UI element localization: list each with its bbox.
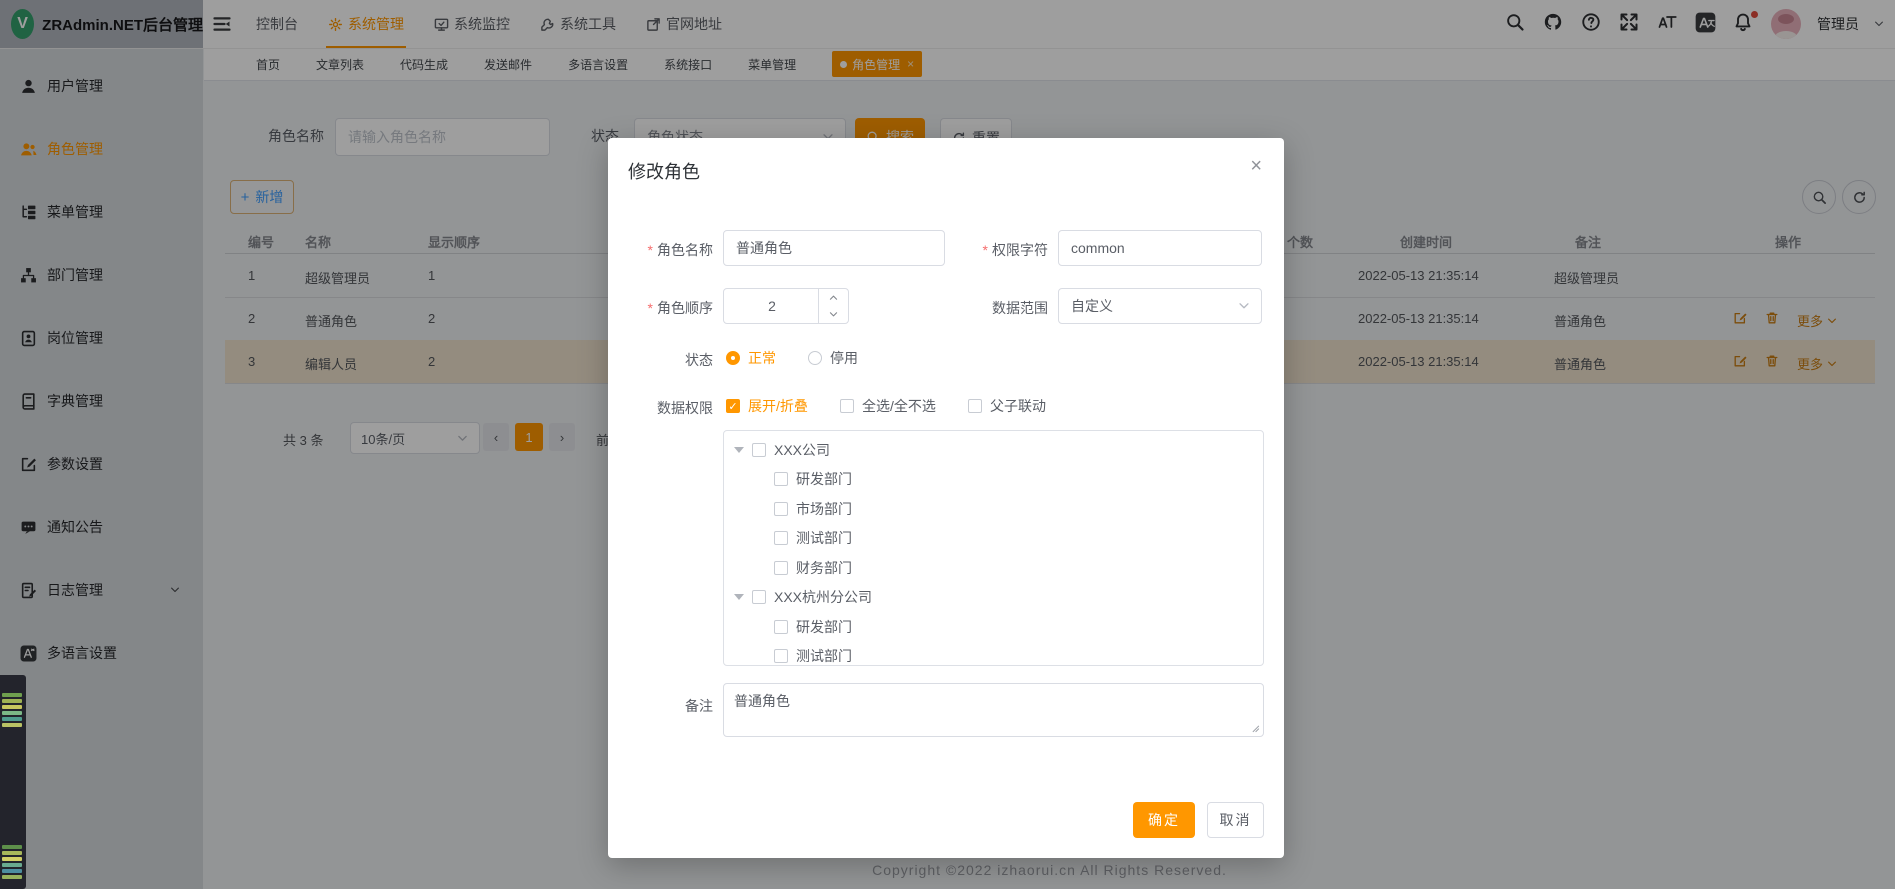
- edit-role-dialog: 修改角色 × *角色名称 *权限字符 *角色顺序 2 数据范围 自定义 状态: [608, 138, 1284, 858]
- close-icon[interactable]: ×: [1250, 156, 1262, 176]
- radio-dot: [808, 351, 822, 365]
- caret-down-icon[interactable]: [734, 447, 744, 453]
- tree-checkbox[interactable]: [774, 649, 788, 663]
- equalizer-stripe: [2, 711, 22, 715]
- equalizer-stripe: [2, 875, 22, 879]
- equalizer-stripe: [2, 869, 22, 873]
- tree-node-child-0-1[interactable]: 市场部门: [724, 494, 1264, 523]
- mini-player-widget[interactable]: [0, 675, 26, 889]
- dialog-title: 修改角色: [628, 158, 700, 184]
- checkbox-label: 全选/全不选: [862, 396, 936, 416]
- tree-node-child-1-0[interactable]: 研发部门: [724, 612, 1264, 641]
- chevron-up-icon: [828, 292, 839, 303]
- tree-node-label: 市场部门: [796, 499, 852, 519]
- tree-checkbox[interactable]: [752, 590, 766, 604]
- tree-node-child-0-0[interactable]: 研发部门: [724, 465, 1264, 494]
- confirm-button[interactable]: 确定: [1133, 802, 1195, 838]
- tree-checkbox[interactable]: [774, 531, 788, 545]
- perm-char-input[interactable]: [1058, 230, 1262, 266]
- checkbox-box: [840, 399, 854, 413]
- tree-checkbox[interactable]: [774, 472, 788, 486]
- tree-checkbox[interactable]: [774, 502, 788, 516]
- equalizer-stripe: [2, 705, 22, 709]
- cancel-button[interactable]: 取消: [1207, 802, 1264, 838]
- tree-checkbox[interactable]: [774, 620, 788, 634]
- status-radio-normal[interactable]: 正常: [726, 348, 776, 368]
- tree-node-label: 测试部门: [796, 646, 852, 666]
- role-order-stepper[interactable]: 2: [723, 288, 849, 324]
- tree-node-parent-1[interactable]: XXX杭州分公司: [724, 583, 1264, 612]
- radio-label: 停用: [830, 348, 858, 368]
- select-all-checkbox[interactable]: 全选/全不选: [840, 396, 936, 416]
- tree-node-child-0-3[interactable]: 财务部门: [724, 553, 1264, 582]
- parent-child-link-checkbox[interactable]: 父子联动: [968, 396, 1046, 416]
- data-scope-field-label: 数据范围: [938, 298, 1048, 318]
- data-perm-field-label: 数据权限: [608, 398, 713, 418]
- checkbox-box: ✓: [726, 399, 740, 413]
- equalizer-stripe: [2, 863, 22, 867]
- status-field-label: 状态: [608, 350, 713, 370]
- tree-node-parent-0[interactable]: XXX公司: [724, 435, 1264, 464]
- equalizer-stripe: [2, 723, 22, 727]
- radio-label: 正常: [748, 348, 776, 368]
- tree-checkbox[interactable]: [752, 443, 766, 457]
- equalizer-stripe: [2, 717, 22, 721]
- dialog-role-name-input[interactable]: [723, 230, 945, 266]
- caret-down-icon[interactable]: [734, 594, 744, 600]
- stepper-down-button[interactable]: [818, 306, 848, 323]
- equalizer-stripe: [2, 845, 22, 849]
- data-scope-value: 自定义: [1071, 296, 1113, 316]
- chevron-down-icon: [828, 309, 839, 320]
- tree-node-label: 测试部门: [796, 528, 852, 548]
- expand-collapse-checkbox[interactable]: ✓ 展开/折叠: [726, 396, 808, 416]
- equalizer-stripe: [2, 857, 22, 861]
- remark-field-label: 备注: [608, 696, 713, 716]
- checkbox-label: 展开/折叠: [748, 396, 808, 416]
- app-root: V ZRAdmin.NET后台管理 控制台系统管理系统监控系统工具官网地址 管理…: [0, 0, 1895, 889]
- tree-checkbox[interactable]: [774, 561, 788, 575]
- resize-grip-icon[interactable]: [1249, 722, 1260, 733]
- radio-dot: [726, 351, 740, 365]
- checkbox-label: 父子联动: [990, 396, 1046, 416]
- tree-node-label: XXX公司: [774, 440, 830, 460]
- equalizer-stripe: [2, 693, 22, 697]
- required-asterisk: *: [648, 300, 653, 316]
- chevron-down-icon: [1237, 299, 1251, 313]
- tree-node-child-0-2[interactable]: 测试部门: [724, 524, 1264, 553]
- tree-node-label: 研发部门: [796, 469, 852, 489]
- role-order-value: 2: [724, 289, 820, 323]
- status-radio-disabled[interactable]: 停用: [808, 348, 858, 368]
- checkbox-box: [968, 399, 982, 413]
- role-order-field-label: *角色顺序: [608, 298, 713, 318]
- required-asterisk: *: [648, 242, 653, 258]
- equalizer-stripe: [2, 851, 22, 855]
- tree-node-label: XXX杭州分公司: [774, 587, 872, 607]
- required-asterisk: *: [983, 242, 988, 258]
- tree-node-child-1-1[interactable]: 测试部门: [724, 642, 1264, 667]
- data-scope-select[interactable]: 自定义: [1058, 288, 1262, 324]
- role-name-field-label: *角色名称: [608, 240, 713, 260]
- tree-node-label: 财务部门: [796, 558, 852, 578]
- equalizer-stripe: [2, 699, 22, 703]
- stepper-up-button[interactable]: [818, 289, 848, 307]
- remark-textarea[interactable]: 普通角色: [723, 683, 1264, 737]
- perm-char-field-label: *权限字符: [938, 240, 1048, 260]
- dept-tree: XXX公司研发部门市场部门测试部门财务部门XXX杭州分公司研发部门测试部门: [723, 430, 1264, 666]
- tree-node-label: 研发部门: [796, 617, 852, 637]
